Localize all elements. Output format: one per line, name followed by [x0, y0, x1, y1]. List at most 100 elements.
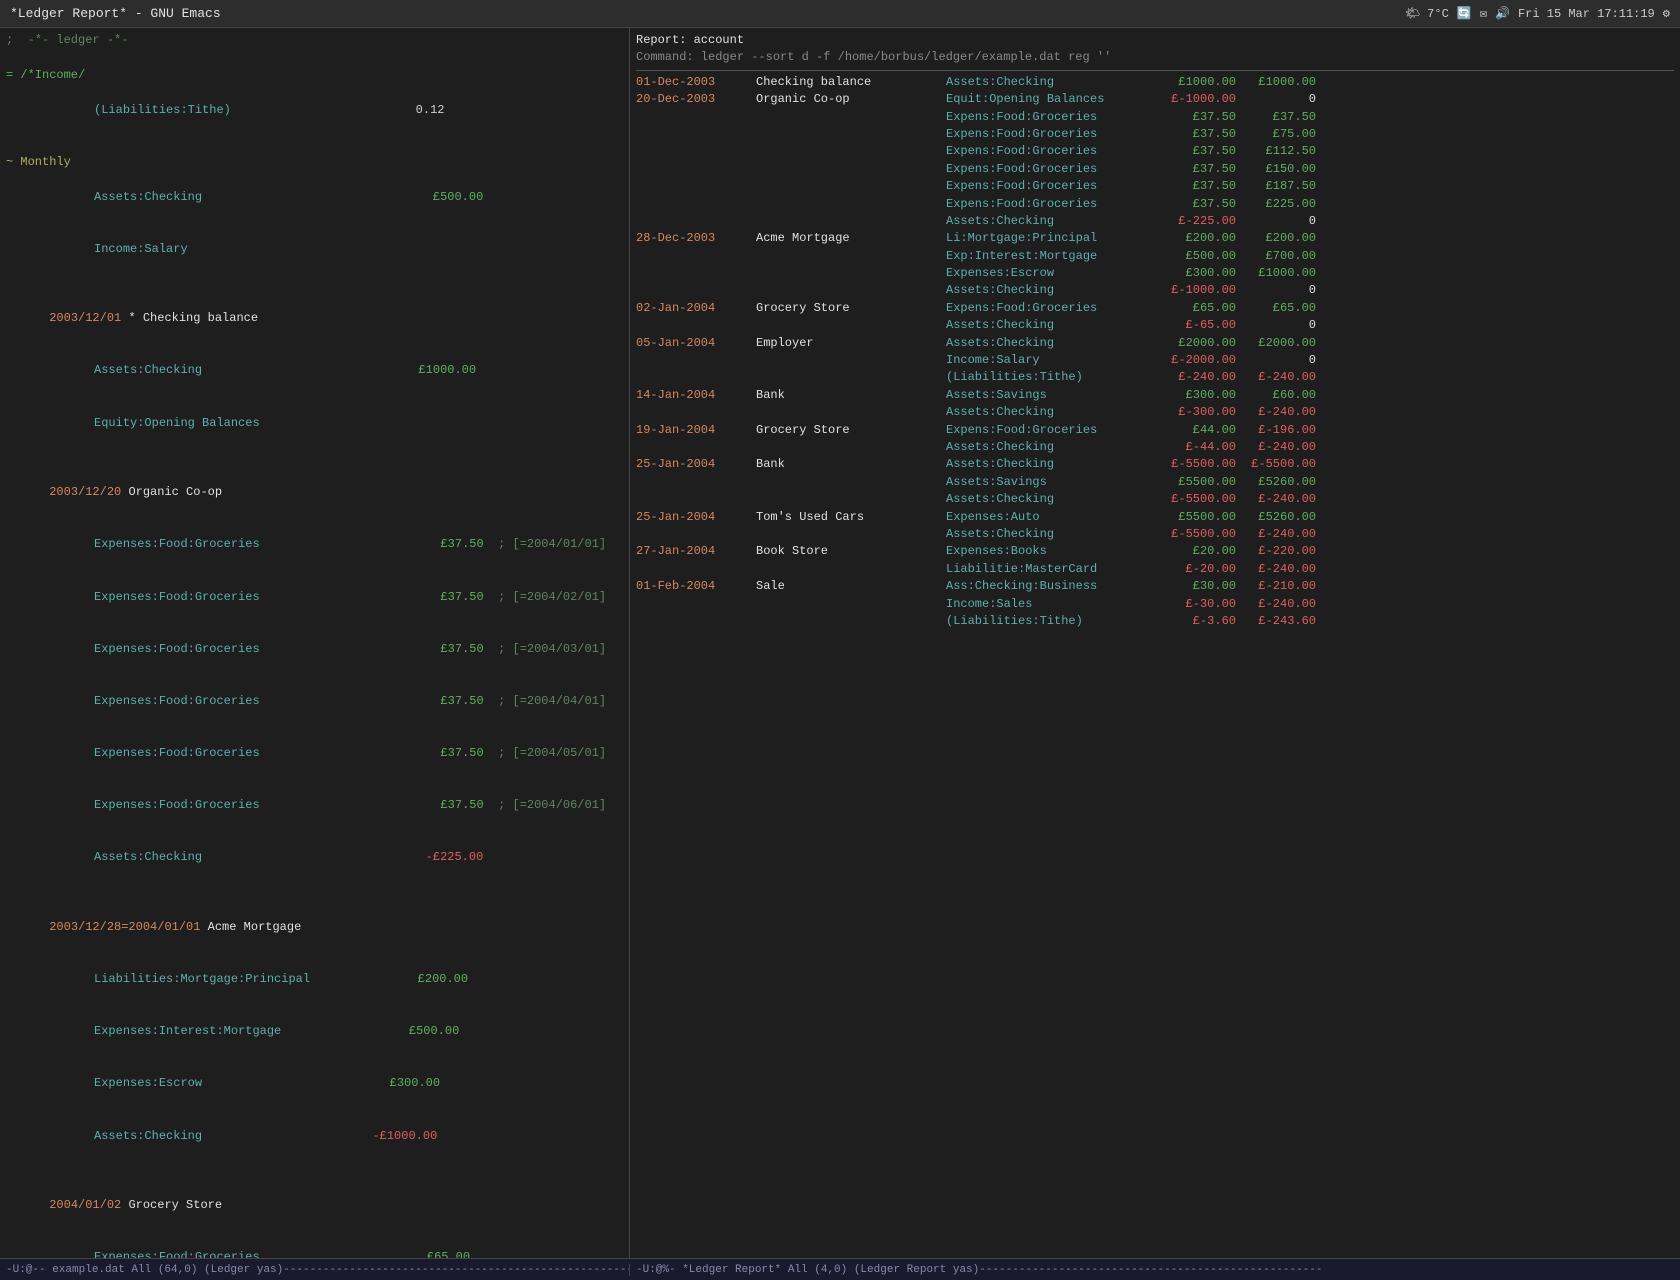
report-payee: [756, 265, 946, 282]
report-account: Expenses:Auto: [946, 509, 1156, 526]
report-payee: [756, 282, 946, 299]
titlebar-title: *Ledger Report* - GNU Emacs: [10, 6, 221, 21]
report-account: Income:Sales: [946, 596, 1156, 613]
report-running-total: £112.50: [1236, 143, 1316, 160]
report-account: Assets:Checking: [946, 282, 1156, 299]
report-running-total: £-240.00: [1236, 596, 1316, 613]
report-amount: £300.00: [1156, 387, 1236, 404]
report-account: Expens:Food:Groceries: [946, 109, 1156, 126]
report-row: Income:Sales£-30.00£-240.00: [636, 596, 1674, 613]
report-amount: £20.00: [1156, 543, 1236, 560]
report-running-total: £5260.00: [1236, 509, 1316, 526]
report-running-total: 0: [1236, 317, 1316, 334]
report-running-total: £-210.00: [1236, 578, 1316, 595]
report-row: Expens:Food:Groceries£37.50£187.50: [636, 178, 1674, 195]
blank-line-3: [6, 275, 623, 292]
txn-20031201-header: 2003/12/01 * Checking balance: [6, 293, 623, 345]
report-amount: £5500.00: [1156, 474, 1236, 491]
report-date: [636, 213, 756, 230]
txn-20031228-escrow: Expenses:Escrow £300.00: [6, 1058, 623, 1110]
report-payee: [756, 248, 946, 265]
report-running-total: £-196.00: [1236, 422, 1316, 439]
report-row: 25-Jan-2004Tom's Used CarsExpenses:Auto£…: [636, 509, 1674, 526]
report-account: Ass:Checking:Business: [946, 578, 1156, 595]
report-amount: £37.50: [1156, 161, 1236, 178]
settings-icon[interactable]: ⚙: [1663, 6, 1670, 21]
report-row: Assets:Checking£-5500.00£-240.00: [636, 491, 1674, 508]
report-row: Assets:Checking£-225.000: [636, 213, 1674, 230]
report-row: (Liabilities:Tithe)£-3.60£-243.60: [636, 613, 1674, 630]
txn-20040102-header: 2004/01/02 Grocery Store: [6, 1180, 623, 1232]
report-amount: £37.50: [1156, 178, 1236, 195]
report-date: [636, 126, 756, 143]
report-running-total: £1000.00: [1236, 265, 1316, 282]
report-account: Assets:Checking: [946, 335, 1156, 352]
report-running-total: 0: [1236, 352, 1316, 369]
report-date: 01-Feb-2004: [636, 578, 756, 595]
report-running-total: £-5500.00: [1236, 456, 1316, 473]
txn-20031220-row4: Expenses:Food:Groceries £37.50 ; [=2004/…: [6, 675, 623, 727]
report-date: [636, 404, 756, 421]
report-account: Equit:Opening Balances: [946, 91, 1156, 108]
report-command: Command: ledger --sort d -f /home/borbus…: [636, 49, 1674, 66]
report-account: Expens:Food:Groceries: [946, 178, 1156, 195]
report-amount: £-44.00: [1156, 439, 1236, 456]
report-account: Expens:Food:Groceries: [946, 196, 1156, 213]
report-account: Expens:Food:Groceries: [946, 143, 1156, 160]
report-row: 27-Jan-2004Book StoreExpenses:Books£20.0…: [636, 543, 1674, 560]
report-amount: £-1000.00: [1156, 91, 1236, 108]
report-running-total: £200.00: [1236, 230, 1316, 247]
report-account: Exp:Interest:Mortgage: [946, 248, 1156, 265]
report-running-total: £37.50: [1236, 109, 1316, 126]
report-date: 19-Jan-2004: [636, 422, 756, 439]
report-title: Report: account: [636, 32, 1674, 49]
report-payee: Grocery Store: [756, 300, 946, 317]
report-payee: [756, 213, 946, 230]
report-payee: Grocery Store: [756, 422, 946, 439]
report-payee: [756, 161, 946, 178]
report-date: [636, 613, 756, 630]
report-amount: £-1000.00: [1156, 282, 1236, 299]
report-amount: £-225.00: [1156, 213, 1236, 230]
report-row: Expens:Food:Groceries£37.50£150.00: [636, 161, 1674, 178]
report-account: (Liabilities:Tithe): [946, 613, 1156, 630]
automated-transaction-heading: = /*Income/: [6, 67, 623, 84]
report-account: Assets:Checking: [946, 74, 1156, 91]
report-date: [636, 143, 756, 160]
report-date: [636, 265, 756, 282]
report-date: [636, 196, 756, 213]
txn-20031220-row6: Expenses:Food:Groceries £37.50 ; [=2004/…: [6, 780, 623, 832]
report-account: Expens:Food:Groceries: [946, 161, 1156, 178]
report-account: (Liabilities:Tithe): [946, 369, 1156, 386]
report-account: Li:Mortgage:Principal: [946, 230, 1156, 247]
ledger-mode-comment: ; -*- ledger -*-: [6, 32, 623, 49]
left-editor-pane[interactable]: ; -*- ledger -*- = /*Income/ (Liabilitie…: [0, 28, 630, 1258]
report-row: Liabilitie:MasterCard£-20.00£-240.00: [636, 561, 1674, 578]
report-row: Assets:Checking£-300.00£-240.00: [636, 404, 1674, 421]
txn-20031228-header: 2003/12/28=2004/01/01 Acme Mortgage: [6, 902, 623, 954]
report-amount: £37.50: [1156, 196, 1236, 213]
report-payee: [756, 109, 946, 126]
report-date: [636, 161, 756, 178]
report-payee: [756, 369, 946, 386]
report-running-total: £-243.60: [1236, 613, 1316, 630]
report-payee: Book Store: [756, 543, 946, 560]
report-date: 25-Jan-2004: [636, 456, 756, 473]
txn-20031201-equity: Equity:Opening Balances: [6, 397, 623, 449]
report-payee: Organic Co-op: [756, 91, 946, 108]
report-amount: £44.00: [1156, 422, 1236, 439]
report-date: [636, 561, 756, 578]
periodic-salary: Income:Salary: [6, 223, 623, 275]
txn-20040102-groceries: Expenses:Food:Groceries £65.00: [6, 1232, 623, 1258]
report-payee: Employer: [756, 335, 946, 352]
report-row: 05-Jan-2004EmployerAssets:Checking£2000.…: [636, 335, 1674, 352]
report-row: Expens:Food:Groceries£37.50£225.00: [636, 196, 1674, 213]
txn-20031228-checking: Assets:Checking -£1000.00: [6, 1110, 623, 1162]
report-payee: [756, 143, 946, 160]
report-row: 28-Dec-2003Acme MortgageLi:Mortgage:Prin…: [636, 230, 1674, 247]
report-amount: £-2000.00: [1156, 352, 1236, 369]
report-row: Income:Salary£-2000.000: [636, 352, 1674, 369]
report-amount: £200.00: [1156, 230, 1236, 247]
report-date: [636, 369, 756, 386]
statusbar: -U:@-- example.dat All (64,0) (Ledger ya…: [0, 1258, 1680, 1280]
